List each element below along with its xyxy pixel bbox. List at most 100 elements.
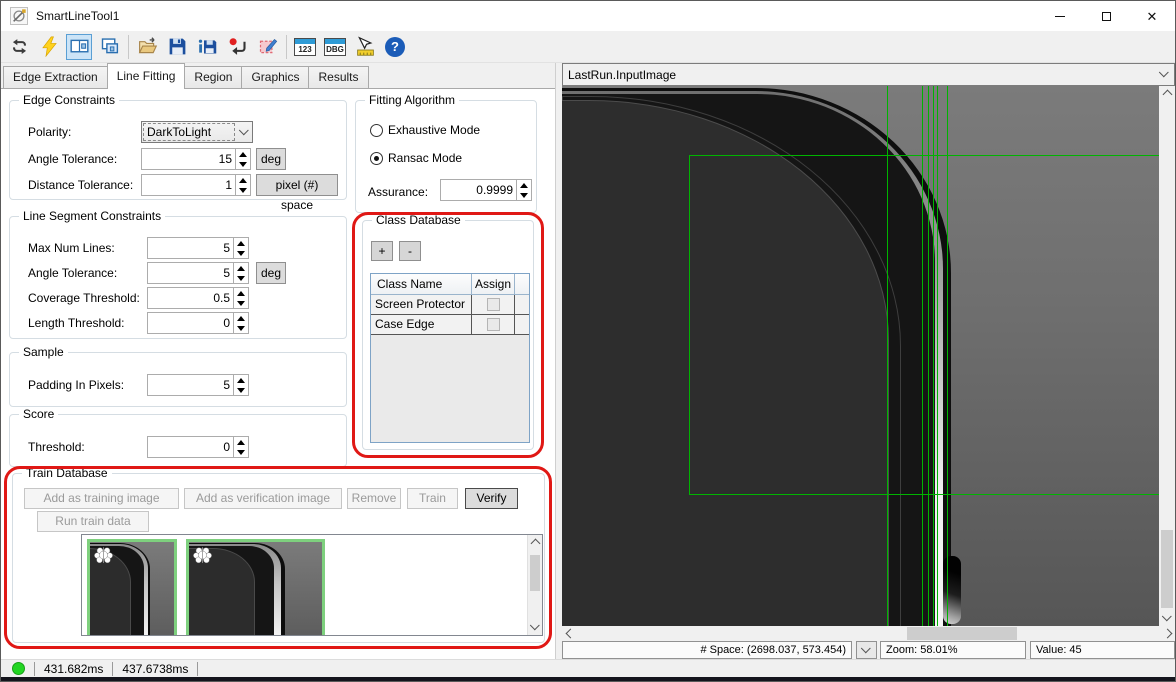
scrollbar-thumb[interactable] — [907, 627, 1017, 640]
radio-icon — [370, 124, 383, 137]
record-rerun-icon[interactable] — [224, 34, 250, 60]
spinner-buttons[interactable] — [233, 437, 248, 457]
max-num-lines-label: Max Num Lines: — [28, 237, 115, 259]
minimize-icon — [1055, 16, 1065, 17]
scroll-left-icon[interactable] — [562, 626, 578, 641]
scroll-up-icon[interactable] — [528, 535, 542, 551]
spinner-buttons[interactable] — [235, 149, 250, 169]
save-icon[interactable] — [164, 34, 190, 60]
trained-brain-icon — [192, 545, 213, 566]
save-results-icon[interactable] — [194, 34, 220, 60]
spinner-buttons[interactable] — [233, 238, 248, 258]
spinner-buttons[interactable] — [233, 375, 248, 395]
train-database-group: Train Database Add as training image Add… — [12, 473, 545, 643]
space-select-button[interactable] — [856, 641, 877, 659]
add-class-button[interactable]: + — [371, 241, 393, 261]
scrollbar-thumb[interactable] — [530, 555, 540, 591]
scrollbar-thumb[interactable] — [1161, 530, 1173, 608]
edge-constraints-group: Edge Constraints Polarity: DarkToLight A… — [9, 100, 347, 200]
scroll-down-icon[interactable] — [1159, 610, 1175, 626]
segment-angle-unit-button[interactable]: deg — [256, 262, 286, 284]
angle-unit-button[interactable]: deg — [256, 148, 286, 170]
distance-unit-button[interactable]: pixel (#) space — [256, 174, 338, 196]
edit-region-icon[interactable] — [254, 34, 280, 60]
score-group: Score Threshold: 0 — [9, 414, 347, 467]
open-file-icon[interactable] — [134, 34, 160, 60]
display-source-select[interactable]: LastRun.InputImage — [562, 63, 1175, 86]
image-horizontal-scrollbar[interactable] — [562, 626, 1175, 641]
polarity-select[interactable]: DarkToLight — [141, 121, 253, 143]
train-button[interactable]: Train — [407, 488, 458, 509]
run-loop-icon[interactable] — [6, 34, 32, 60]
remove-button[interactable]: Remove — [347, 488, 401, 509]
image-vertical-scrollbar[interactable] — [1159, 86, 1175, 626]
exhaustive-mode-radio[interactable]: Exhaustive Mode — [370, 123, 480, 137]
overlay-horizontal-line — [689, 494, 1159, 495]
phone-side-button — [943, 556, 961, 624]
add-verification-image-button[interactable]: Add as verification image — [184, 488, 342, 509]
train-thumbnail[interactable] — [186, 539, 325, 636]
spinner-buttons[interactable] — [516, 180, 531, 200]
pin-editor-icon[interactable] — [66, 34, 92, 60]
segment-angle-tolerance-input[interactable]: 5 — [147, 262, 249, 284]
max-num-lines-input[interactable]: 5 — [147, 237, 249, 259]
list-scrollbar[interactable] — [527, 535, 542, 635]
coverage-threshold-label: Coverage Threshold: — [28, 287, 140, 309]
length-threshold-input[interactable]: 0 — [147, 312, 249, 334]
segment-angle-tolerance-label: Angle Tolerance: — [28, 262, 117, 284]
angle-tolerance-input[interactable]: 15 — [141, 148, 251, 170]
group-title: Line Segment Constraints — [19, 209, 165, 223]
assurance-input[interactable]: 0.9999 — [440, 179, 532, 201]
debug-icon[interactable]: DBG — [322, 34, 348, 60]
padding-label: Padding In Pixels: — [28, 374, 124, 396]
spinner-buttons[interactable] — [235, 175, 250, 195]
tab-line-fitting[interactable]: Line Fitting — [107, 63, 186, 89]
spinner-buttons[interactable] — [233, 288, 248, 308]
assign-checkbox[interactable] — [487, 298, 500, 311]
padding-input[interactable]: 5 — [147, 374, 249, 396]
group-title: Fitting Algorithm — [365, 93, 459, 107]
overlay-vertical-line — [937, 86, 938, 626]
numeric-results-icon[interactable]: 123 — [292, 34, 318, 60]
run-train-data-button[interactable]: Run train data — [37, 511, 149, 532]
assign-checkbox[interactable] — [487, 318, 500, 331]
close-icon: ✕ — [1147, 10, 1158, 23]
status-separator — [34, 662, 35, 676]
angle-tolerance-label: Angle Tolerance: — [28, 148, 117, 170]
score-threshold-input[interactable]: 0 — [147, 436, 249, 458]
tab-graphics[interactable]: Graphics — [241, 66, 309, 88]
remove-class-button[interactable]: - — [399, 241, 421, 261]
status-separator — [112, 662, 113, 676]
window-bottom-edge — [1, 677, 1175, 682]
distance-tolerance-label: Distance Tolerance: — [28, 174, 133, 196]
minimize-button[interactable] — [1037, 1, 1083, 31]
spinner-buttons[interactable] — [233, 263, 248, 283]
tab-edge-extraction[interactable]: Edge Extraction — [3, 66, 108, 88]
ransac-mode-radio[interactable]: Ransac Mode — [370, 151, 462, 165]
table-row[interactable]: Screen Protector — [371, 295, 529, 315]
float-window-icon[interactable] — [96, 34, 122, 60]
tab-results[interactable]: Results — [308, 66, 368, 88]
help-icon[interactable]: ? — [382, 34, 408, 60]
chevron-down-icon — [236, 129, 252, 136]
group-title: Score — [19, 407, 58, 421]
input-image-view[interactable] — [562, 86, 1159, 626]
verify-button[interactable]: Verify — [465, 488, 518, 509]
close-button[interactable]: ✕ — [1129, 1, 1175, 31]
maximize-button[interactable] — [1083, 1, 1129, 31]
scroll-up-icon[interactable] — [1159, 86, 1175, 102]
class-database-group: Class Database + - Class Name Assign Scr… — [362, 220, 534, 450]
scroll-down-icon[interactable] — [528, 619, 542, 635]
coverage-threshold-input[interactable]: 0.5 — [147, 287, 249, 309]
train-thumbnail[interactable] — [87, 539, 177, 636]
overlay-vertical-line — [922, 86, 923, 626]
distance-tolerance-input[interactable]: 1 — [141, 174, 251, 196]
spinner-buttons[interactable] — [233, 313, 248, 333]
add-training-image-button[interactable]: Add as training image — [24, 488, 179, 509]
image-display-pane: LastRun.InputImage — [562, 63, 1175, 659]
scroll-right-icon[interactable] — [1159, 626, 1175, 641]
measure-icon[interactable] — [352, 34, 378, 60]
table-row[interactable]: Case Edge — [371, 315, 529, 335]
tab-region[interactable]: Region — [184, 66, 242, 88]
run-once-icon[interactable] — [36, 34, 62, 60]
